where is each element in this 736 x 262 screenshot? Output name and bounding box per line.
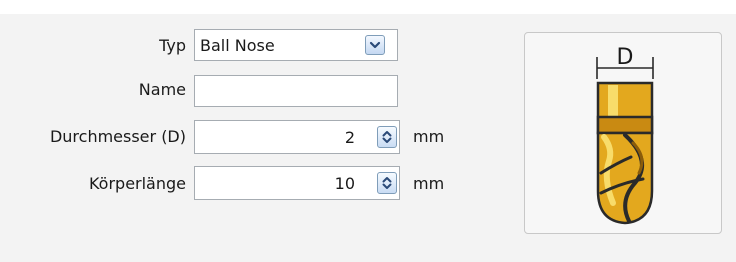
body-length-value: 10 xyxy=(334,174,355,193)
ball-nose-end-mill-icon: D xyxy=(596,45,654,225)
type-select[interactable]: Ball Nose xyxy=(194,29,398,61)
name-label: Name xyxy=(138,80,186,99)
type-dropdown-button[interactable] xyxy=(365,35,385,55)
diameter-dimension-label: D xyxy=(617,45,634,70)
chevron-down-icon xyxy=(369,41,381,49)
diameter-label: Durchmesser (D) xyxy=(49,127,186,146)
body-length-spinner[interactable] xyxy=(377,172,397,194)
tool-preview: D xyxy=(524,32,722,234)
type-label: Typ xyxy=(159,36,186,55)
diameter-spinner[interactable] xyxy=(377,126,397,148)
name-input[interactable] xyxy=(194,75,398,107)
body-length-label: Körperlänge xyxy=(88,174,186,193)
diameter-input[interactable]: 2 xyxy=(194,120,400,154)
body-length-unit: mm xyxy=(413,174,445,193)
type-select-value: Ball Nose xyxy=(200,36,275,55)
diameter-value: 2 xyxy=(344,128,355,147)
spin-up-down-icon xyxy=(382,131,392,143)
body-length-input[interactable]: 10 xyxy=(194,166,400,200)
diameter-unit: mm xyxy=(413,127,445,146)
top-strip xyxy=(0,0,736,14)
spin-up-down-icon xyxy=(382,177,392,189)
